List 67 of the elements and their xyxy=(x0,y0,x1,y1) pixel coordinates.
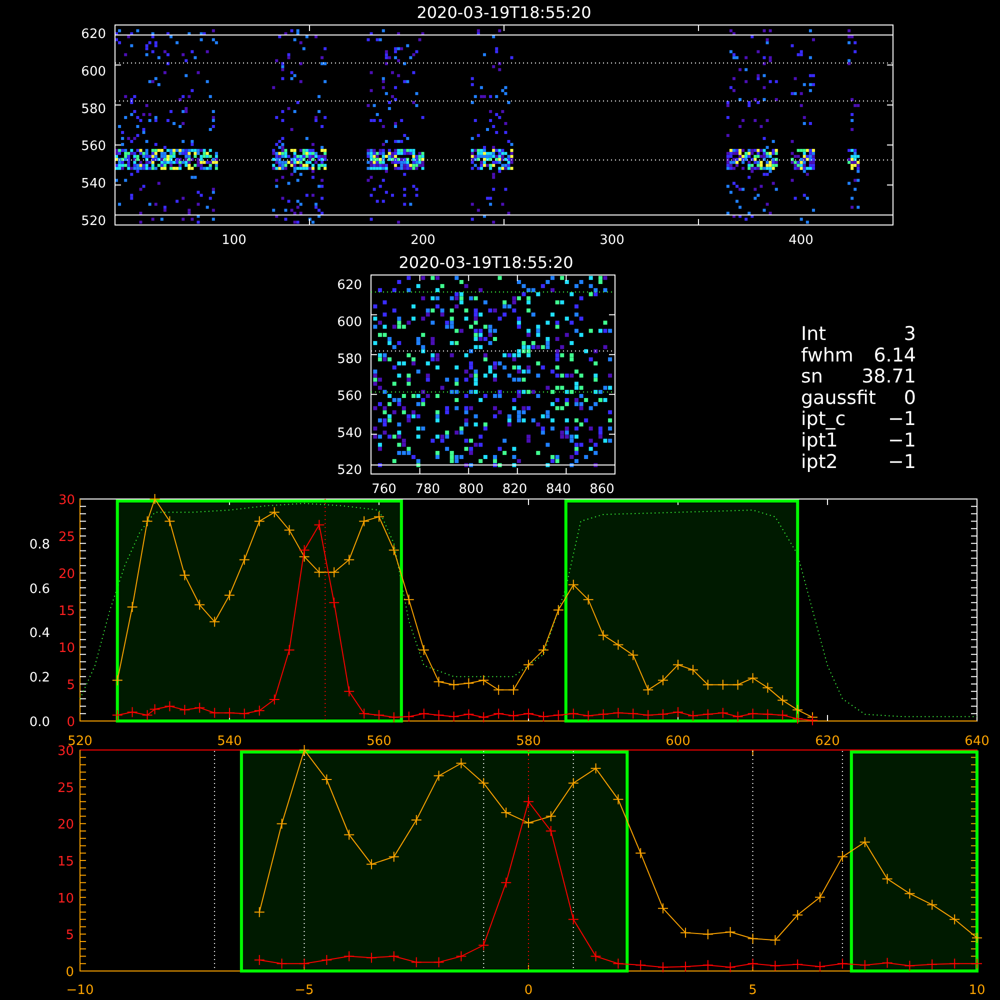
fit-parameter-label: ipt_c xyxy=(801,408,846,430)
axis-tick-label: 15 xyxy=(57,854,74,870)
fit-parameter-label: ipt2 xyxy=(801,450,838,473)
fit-parameter-label: fwhm xyxy=(801,344,854,366)
plot-title: 2020-03-19T18:55:20 xyxy=(398,253,574,272)
axis-tick-label: 540 xyxy=(81,176,106,192)
axis-tick-label: 300 xyxy=(600,233,624,248)
axis-tick-label: 100 xyxy=(222,233,246,248)
fit-parameter-value: −1 xyxy=(888,450,916,473)
axis-tick-label: 0.4 xyxy=(29,626,50,642)
fit-parameter-label: Int xyxy=(801,323,826,345)
axis-tick-label: 520 xyxy=(337,463,362,478)
axis-tick-label: 0.8 xyxy=(29,537,50,552)
axis-tick-label: 5 xyxy=(66,928,74,944)
fit-parameter-label: ipt1 xyxy=(801,430,838,452)
plot-title: 2020-03-19T18:55:20 xyxy=(416,3,592,22)
fit-parameter-label: gaussfit xyxy=(801,386,876,409)
axis-tick-label: 860 xyxy=(590,482,614,497)
axis-tick-label: 520 xyxy=(81,214,106,229)
axis-tick-label: 560 xyxy=(81,139,106,154)
axis-tick-label: 540 xyxy=(217,734,242,749)
axis-tick-label: 400 xyxy=(788,233,814,248)
axis-tick-label: −10 xyxy=(66,983,94,998)
fit-parameter-value: 6.14 xyxy=(874,344,916,366)
axis-tick-label: 0 xyxy=(524,983,533,998)
fit-parameter-value: −1 xyxy=(888,408,916,430)
axis-tick-label: 800 xyxy=(458,482,484,497)
axis-tick-label: 560 xyxy=(366,734,392,749)
axis-tick-label: 760 xyxy=(372,482,396,497)
axis-tick-label: 600 xyxy=(81,64,106,80)
axis-tick-label: 5 xyxy=(748,983,757,998)
fit-parameter-value: 38.71 xyxy=(862,366,916,388)
axis-tick-label: −5 xyxy=(294,983,314,998)
axis-tick-label: 540 xyxy=(337,426,362,441)
axis-tick-label: 620 xyxy=(337,278,362,293)
axis-tick-label: 0.0 xyxy=(29,715,50,730)
fit-parameter-value: 3 xyxy=(904,323,916,345)
axis-tick-label: 10 xyxy=(968,983,986,998)
axis-tick-label: 620 xyxy=(81,27,106,42)
axis-tick-label: 560 xyxy=(337,389,362,404)
fit-parameter-label: sn xyxy=(801,366,823,388)
axis-tick-label: 640 xyxy=(964,734,990,749)
axis-tick-label: 600 xyxy=(666,734,690,749)
axis-tick-label: 5 xyxy=(66,678,75,693)
axis-tick-label: 580 xyxy=(337,352,362,367)
fit-parameter-value: −1 xyxy=(888,430,916,452)
axis-tick-label: 780 xyxy=(415,482,440,497)
axis-tick-label: 30 xyxy=(58,493,75,508)
axis-tick-label: 10 xyxy=(58,641,75,656)
axis-tick-label: 0.2 xyxy=(29,670,50,686)
axis-tick-label: 20 xyxy=(58,567,75,582)
axis-tick-label: 620 xyxy=(815,734,840,749)
axis-tick-label: 20 xyxy=(57,818,74,833)
axis-tick-label: 0 xyxy=(66,715,75,730)
axis-tick-label: 580 xyxy=(516,734,541,749)
axis-tick-label: 820 xyxy=(502,482,528,497)
axis-tick-label: 10 xyxy=(57,891,74,906)
axis-tick-label: 0.6 xyxy=(29,582,50,597)
axis-tick-label: 840 xyxy=(546,482,571,497)
axis-tick-label: 200 xyxy=(410,233,436,248)
axis-tick-label: 580 xyxy=(81,102,106,117)
axis-tick-label: 25 xyxy=(57,780,74,796)
fit-parameter-value: 0 xyxy=(904,386,916,409)
axis-tick-label: 600 xyxy=(337,315,362,330)
axis-tick-label: 0 xyxy=(66,965,74,980)
axis-tick-label: 15 xyxy=(58,604,75,619)
axis-tick-label: 25 xyxy=(58,530,75,545)
